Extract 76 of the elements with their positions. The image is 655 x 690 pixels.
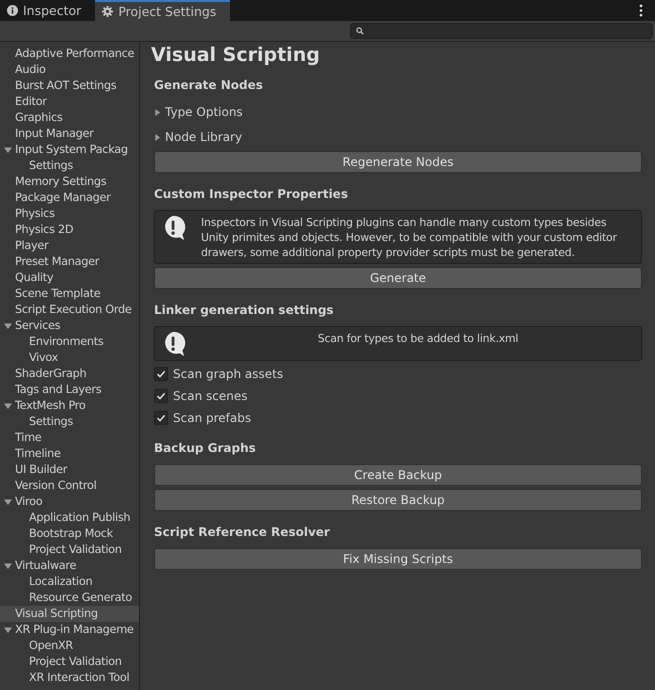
sidebar-item[interactable]: Application Publish [0, 510, 139, 526]
sidebar-item[interactable]: Settings [0, 414, 139, 430]
search-icon [356, 27, 364, 35]
sidebar-item[interactable]: Visual Scripting [0, 606, 139, 622]
page-title: Visual Scripting [151, 44, 321, 66]
action-button[interactable]: Restore Backup [154, 489, 642, 511]
sidebar-item[interactable]: Input Manager [0, 126, 139, 142]
sidebar-item[interactable]: Scene Template [0, 286, 139, 302]
expand-arrow-icon [154, 134, 161, 140]
sidebar-item[interactable]: Version Control [0, 478, 139, 494]
sidebar-item[interactable]: Services [0, 318, 139, 334]
expand-arrow-icon [154, 108, 161, 116]
action-button[interactable]: Generate [154, 267, 642, 289]
expand-arrow-icon[interactable] [4, 146, 12, 154]
section-heading: Script Reference Resolver [154, 525, 331, 539]
sidebar-item[interactable]: Viroo [0, 494, 139, 510]
info-icon [7, 5, 18, 16]
sidebar-item[interactable]: Adaptive Performance [0, 46, 139, 62]
sidebar-item[interactable]: ShaderGraph [0, 366, 139, 382]
sidebar-item[interactable]: Audio [0, 62, 139, 78]
section-heading: Generate Nodes [154, 78, 264, 92]
sidebar-item[interactable]: Vivox [0, 350, 139, 366]
help-text: Inspectors in Visual Scripting plugins can handle many custom types besides Unity primites and objects. However, to be compatible with your custom editor drawers, some additional property provider scripts must be generated. [201, 215, 618, 260]
sidebar-item[interactable]: Bootstrap Mock [0, 526, 139, 542]
action-button[interactable]: Fix Missing Scripts [154, 548, 642, 570]
sidebar-item[interactable]: Graphics [0, 110, 139, 126]
tab[interactable]: Project Settings [95, 0, 230, 21]
sidebar-item[interactable]: Timeline [0, 446, 139, 462]
checkbox[interactable] [154, 388, 168, 402]
search-field[interactable] [350, 23, 653, 39]
sidebar-item[interactable]: Input System Packag [0, 142, 139, 158]
expand-arrow-icon[interactable] [4, 562, 12, 570]
sidebar-item[interactable]: Player [0, 238, 139, 254]
action-button[interactable]: Regenerate Nodes [154, 151, 642, 173]
action-button[interactable]: Create Backup [154, 464, 642, 486]
sidebar-item[interactable]: Package Manager [0, 190, 139, 206]
sidebar-item[interactable]: TextMesh Pro [0, 398, 139, 414]
checkbox-label: Scan prefabs [173, 410, 252, 424]
more-icon[interactable] [639, 4, 643, 17]
sidebar-item[interactable]: Tags and Layers [0, 382, 139, 398]
sidebar-item[interactable]: Environments [0, 334, 139, 350]
sidebar-item[interactable]: Script Execution Orde [0, 302, 139, 318]
sidebar-item[interactable]: Virtualware [0, 558, 139, 574]
checkbox[interactable] [154, 366, 168, 380]
sidebar-item[interactable]: Editor [0, 94, 139, 110]
section-heading: Backup Graphs [154, 441, 257, 455]
checkbox[interactable] [154, 410, 168, 424]
checkbox-label: Scan graph assets [173, 366, 284, 380]
expand-arrow-icon[interactable] [4, 322, 12, 330]
section-heading: Linker generation settings [154, 303, 335, 317]
help-text: Scan for types to be added to link.xml [316, 331, 520, 347]
expand-arrow-icon[interactable] [4, 402, 12, 410]
sidebar-item[interactable]: Quality [0, 270, 139, 286]
sidebar-item[interactable]: UI Builder [0, 462, 139, 478]
settings-icon [102, 6, 114, 17]
sidebar-item[interactable]: Project Validation [0, 654, 139, 670]
expand-arrow-icon[interactable] [4, 626, 12, 634]
sidebar-item[interactable]: Time [0, 430, 139, 446]
tab[interactable]: Inspector [0, 0, 96, 21]
checkbox-label: Scan scenes [173, 388, 248, 402]
sidebar-item[interactable]: Physics [0, 206, 139, 222]
sidebar-item[interactable]: OpenXR [0, 638, 139, 654]
sidebar-item[interactable]: Preset Manager [0, 254, 139, 270]
expand-arrow-icon[interactable] [4, 498, 12, 506]
sidebar-item[interactable]: Resource Generato [0, 590, 139, 606]
sidebar-item[interactable]: XR Plug-in Manageme [0, 622, 139, 638]
foldout[interactable]: Type Options [154, 101, 642, 123]
section-heading: Custom Inspector Properties [154, 187, 349, 201]
sidebar-item[interactable]: Project Validation [0, 542, 139, 558]
sidebar-item[interactable]: XR Interaction Tool [0, 670, 139, 686]
sidebar-item[interactable]: Localization [0, 574, 139, 590]
sidebar-item[interactable]: Memory Settings [0, 174, 139, 190]
sidebar-item[interactable]: Physics 2D [0, 222, 139, 238]
foldout[interactable]: Node Library [154, 126, 642, 148]
sidebar-item[interactable]: Settings [0, 158, 139, 174]
sidebar-item[interactable]: Burst AOT Settings [0, 78, 139, 94]
